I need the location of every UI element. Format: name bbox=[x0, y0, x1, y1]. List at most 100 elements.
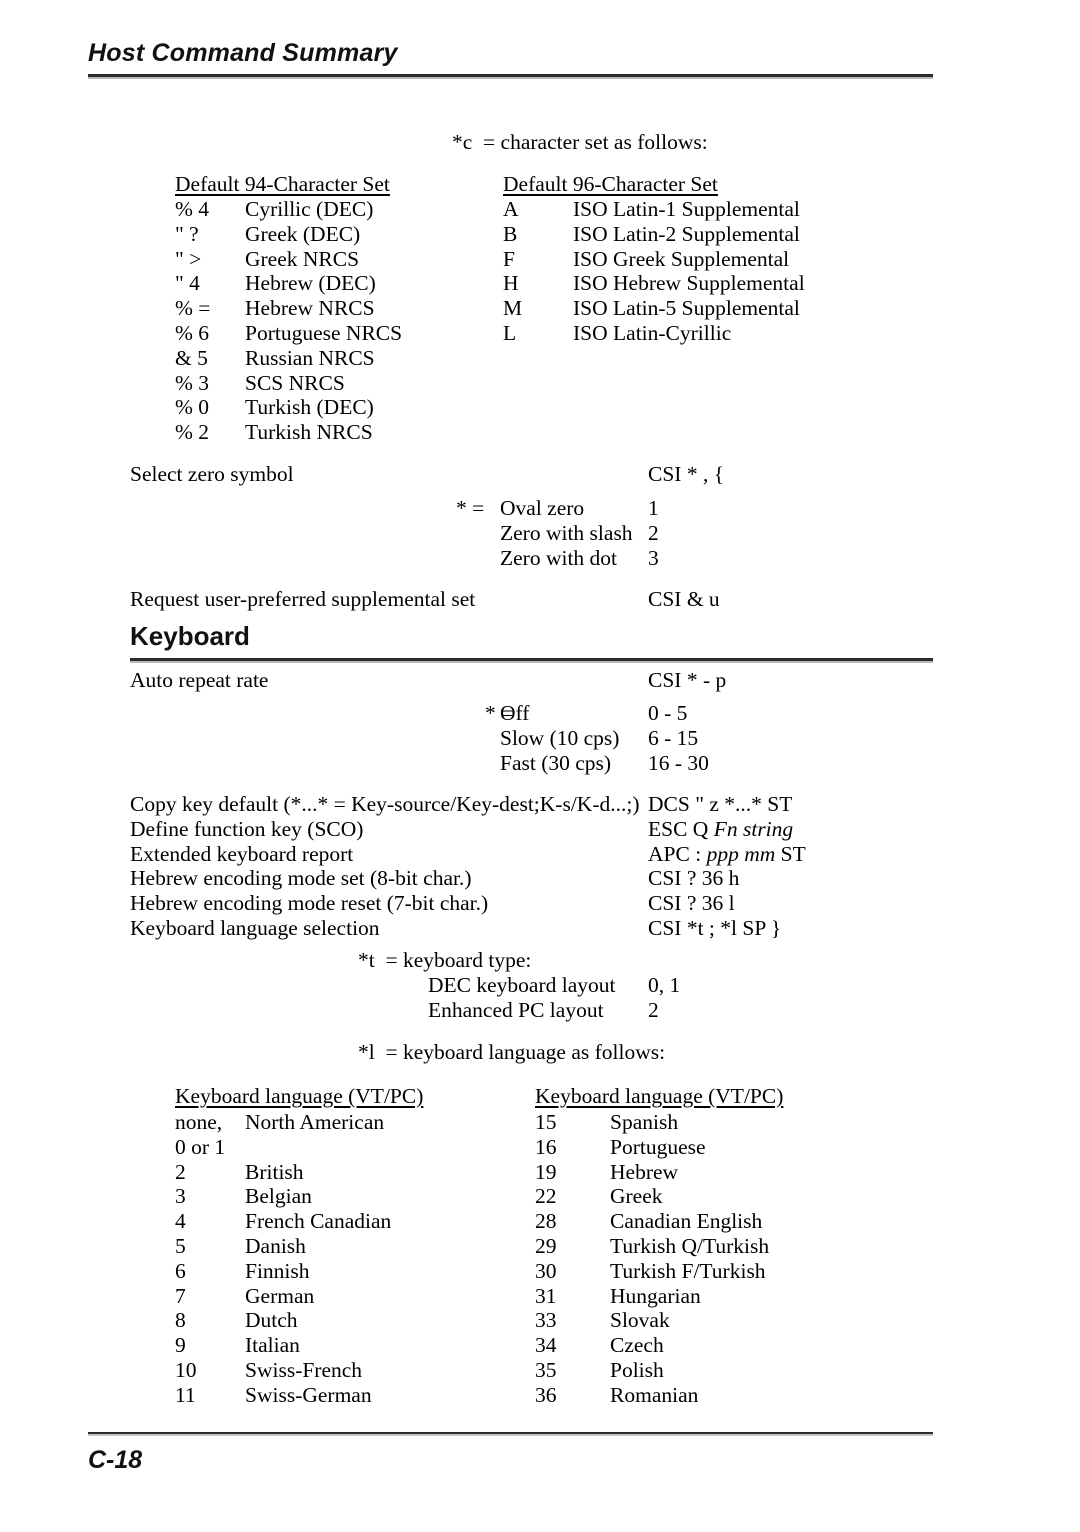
language-left-name: British bbox=[245, 1159, 304, 1184]
language-left-code: 2 bbox=[175, 1159, 186, 1184]
language-right-header: Keyboard language (VT/PC) bbox=[535, 1084, 784, 1108]
command-code: ESC Q Fn string bbox=[648, 817, 793, 842]
keyboard-heading-title: Keyboard bbox=[130, 621, 250, 651]
page-header-title: Host Command Summary bbox=[88, 39, 398, 67]
language-right-code: 16 bbox=[535, 1134, 557, 1159]
command-code-text: CSI ? 36 l bbox=[648, 891, 735, 916]
command-code-text: DCS " z *...* ST bbox=[648, 792, 793, 816]
footer-rule bbox=[88, 1432, 933, 1434]
charset-left-name: SCS NRCS bbox=[245, 370, 345, 395]
language-left-code: 3 bbox=[175, 1184, 186, 1209]
keyboard-type-value: 0, 1 bbox=[648, 973, 681, 997]
language-right-code: 22 bbox=[535, 1184, 557, 1209]
language-right-name: Hungarian bbox=[610, 1283, 701, 1308]
page-header: Host Command Summary bbox=[88, 39, 933, 77]
charset-right-header: Default 96-Character Set bbox=[503, 172, 718, 196]
language-left-code: 6 bbox=[175, 1258, 186, 1283]
charset-left-code: % 4 bbox=[175, 197, 210, 221]
charset-left-code: % 6 bbox=[175, 321, 210, 345]
charset-left-code: % 3 bbox=[175, 370, 210, 395]
language-left-code: 9 bbox=[175, 1333, 186, 1358]
charset-right-name: ISO Latin-5 Supplemental bbox=[573, 296, 800, 321]
charset-left-code: % = bbox=[175, 296, 211, 321]
language-left-code: 11 bbox=[175, 1382, 196, 1407]
charset-left-code: % 0 bbox=[175, 395, 210, 420]
charset-right-code: B bbox=[503, 221, 518, 246]
command-label: Hebrew encoding mode reset (7-bit char.) bbox=[130, 891, 489, 916]
language-left-name: Danish bbox=[245, 1234, 306, 1258]
charset-left-name: Turkish NRCS bbox=[245, 420, 373, 445]
repeat-option-label: Fast (30 cps) bbox=[500, 750, 612, 775]
repeat-option-label: Slow (10 cps) bbox=[500, 725, 620, 750]
language-right-name: Turkish F/Turkish bbox=[610, 1258, 766, 1283]
command-code: CSI *t ; *l SP } bbox=[648, 916, 781, 941]
charset-left-code: " 4 bbox=[175, 271, 200, 296]
language-right-name: Spanish bbox=[610, 1110, 679, 1134]
charset-left-name: Russian NRCS bbox=[245, 345, 375, 370]
language-left-name: Dutch bbox=[245, 1308, 298, 1333]
repeat-option-value: 6 - 15 bbox=[648, 725, 699, 750]
language-right-name: Canadian English bbox=[610, 1209, 763, 1234]
language-left-header: Keyboard language (VT/PC) bbox=[175, 1084, 424, 1108]
auto-repeat-label: Auto repeat rate bbox=[130, 668, 269, 692]
language-right-name: Turkish Q/Turkish bbox=[610, 1234, 770, 1258]
command-label: Keyboard language selection bbox=[130, 916, 380, 940]
zero-option-label: Zero with slash bbox=[500, 520, 633, 545]
language-right-name: Romanian bbox=[610, 1382, 699, 1407]
language-left-code: 5 bbox=[175, 1234, 186, 1258]
language-right-name: Czech bbox=[610, 1333, 664, 1358]
command-code-param: Fn string bbox=[713, 816, 794, 841]
language-left-name: Italian bbox=[245, 1333, 300, 1358]
charset-left-name: Portuguese NRCS bbox=[245, 321, 403, 345]
keyboard-language-intro: *l = keyboard language as follows: bbox=[358, 1040, 666, 1064]
request-supplemental-code: CSI & u bbox=[648, 587, 720, 611]
charset-right-name: ISO Latin-2 Supplemental bbox=[573, 221, 800, 246]
page-number: C-18 bbox=[88, 1446, 143, 1474]
charset-right-name: ISO Latin-1 Supplemental bbox=[573, 197, 800, 221]
language-right-name: Hebrew bbox=[610, 1159, 679, 1184]
language-right-code: 19 bbox=[535, 1159, 557, 1184]
command-code-text: CSI *t ; *l SP } bbox=[648, 916, 782, 940]
language-left-code: 0 or 1 bbox=[175, 1134, 226, 1159]
language-left-name: Swiss-German bbox=[245, 1382, 372, 1407]
language-right-name: Slovak bbox=[610, 1308, 670, 1333]
language-left-code: none, bbox=[175, 1110, 223, 1134]
language-left-code: 4 bbox=[175, 1209, 186, 1234]
charset-left-code: " ? bbox=[175, 221, 199, 246]
charset-left-name: Hebrew NRCS bbox=[245, 296, 375, 321]
charset-left-name: Greek NRCS bbox=[245, 246, 360, 271]
command-label: Extended keyboard report bbox=[130, 841, 354, 866]
command-code: CSI ? 36 h bbox=[648, 866, 739, 891]
zero-symbol-code: CSI * , { bbox=[648, 462, 725, 486]
keyboard-type-label: Enhanced PC layout bbox=[428, 997, 604, 1022]
keyboard-section-heading: Keyboard bbox=[130, 621, 933, 661]
command-code-text: CSI ? 36 h bbox=[648, 866, 740, 891]
command-code: APC : ppp mm ST bbox=[648, 842, 806, 867]
command-code-text: APC : bbox=[648, 841, 707, 866]
charset-right-name: ISO Greek Supplemental bbox=[573, 246, 790, 271]
language-left-name: German bbox=[245, 1283, 315, 1308]
charset-left-code: " > bbox=[175, 246, 202, 271]
language-left-name: French Canadian bbox=[245, 1209, 392, 1234]
keyboard-type-value: 2 bbox=[648, 997, 659, 1022]
request-supplemental-label: Request user-preferred supplemental set bbox=[130, 587, 476, 611]
charset-left-name: Turkish (DEC) bbox=[245, 395, 374, 420]
language-right-code: 34 bbox=[535, 1333, 557, 1358]
command-code-text: ESC Q bbox=[648, 816, 714, 841]
language-right-code: 36 bbox=[535, 1382, 557, 1407]
zero-option-label: Zero with dot bbox=[500, 545, 618, 570]
language-right-code: 28 bbox=[535, 1209, 557, 1234]
language-right-code: 35 bbox=[535, 1358, 557, 1382]
command-code: CSI ? 36 l bbox=[648, 891, 735, 916]
charset-right-code: A bbox=[503, 197, 519, 221]
charset-left-name: Greek (DEC) bbox=[245, 221, 361, 246]
zero-option-marker: * = bbox=[456, 496, 485, 520]
language-left-name: Swiss-French bbox=[245, 1358, 363, 1382]
charset-left-code: % 2 bbox=[175, 420, 210, 445]
charset-left-name: Hebrew (DEC) bbox=[245, 271, 376, 296]
auto-repeat-code: CSI * - p bbox=[648, 668, 727, 692]
language-right-name: Portuguese bbox=[610, 1134, 706, 1159]
language-right-code: 29 bbox=[535, 1234, 557, 1258]
command-label: Define function key (SCO) bbox=[130, 816, 364, 841]
repeat-option-value: 0 - 5 bbox=[648, 701, 688, 725]
